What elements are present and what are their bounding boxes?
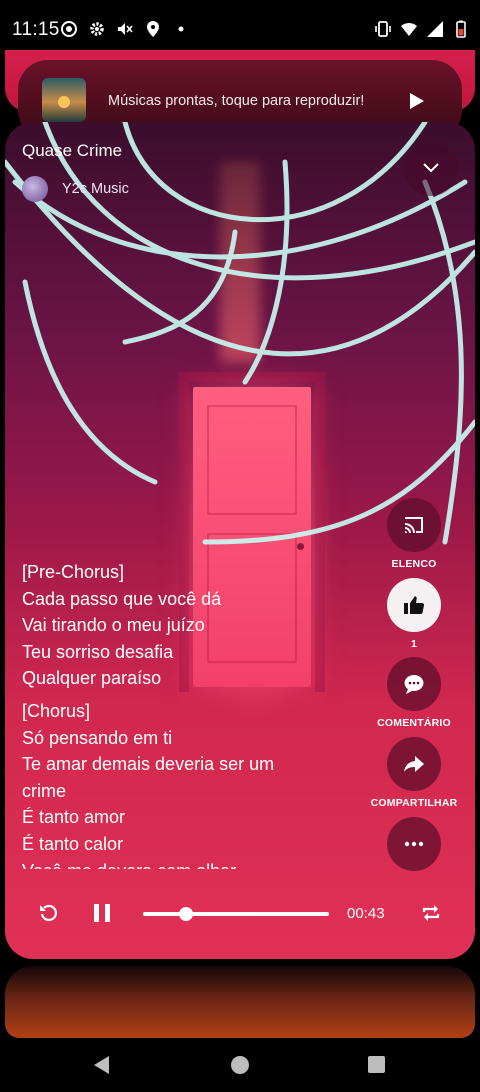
lyric-line: Você me devora com olhar [22,858,342,869]
like-count: 1 [410,638,418,650]
status-time: 11:15 [12,19,60,40]
playback-time: 00:43 [347,905,385,922]
replay-icon[interactable] [38,902,60,924]
repeat-icon[interactable] [420,902,442,924]
comment-label: COMENTÁRIO [377,717,451,729]
share-button[interactable] [387,737,441,791]
lyric-line: [Chorus] [22,700,91,721]
lyric-line: Cada passo que você dá [22,588,222,609]
cast-action[interactable]: ELENCO [364,498,464,570]
status-left-icons [60,20,190,38]
more-button[interactable] [387,817,441,871]
cast-icon [405,517,423,533]
location-icon [147,21,159,37]
comment-button[interactable] [387,657,441,711]
artist-name: Y2c Music [62,181,129,197]
signal-icon [427,21,443,37]
lyrics-block-chorus: [Chorus] Só pensando em ti Te amar demai… [22,698,342,869]
target-icon [61,21,77,37]
more-action[interactable] [364,817,464,871]
home-icon[interactable] [231,1056,249,1074]
battery-icon [456,20,466,38]
next-track-card[interactable] [5,966,475,1038]
lyric-line: Teu sorriso desafia [22,641,174,662]
artist-row[interactable]: Y2c Music [22,176,129,202]
collapse-button[interactable] [404,142,458,196]
share-arrow-icon [404,756,424,772]
status-right-icons [374,20,470,38]
share-label: COMPARTILHAR [370,797,458,809]
gear-icon [90,22,104,36]
wifi-icon [401,22,417,36]
comment-action[interactable]: COMENTÁRIO [364,657,464,729]
mini-player-thumbnail [42,78,86,122]
lyric-line: Te amar demais deveria ser um [22,754,275,775]
lyric-line: Só pensando em ti [22,727,173,748]
share-action[interactable]: COMPARTILHAR [364,737,464,809]
lyric-line: Vai tirando o meu juízo [22,615,205,636]
more-horizontal-icon [404,841,424,847]
like-button[interactable] [387,578,441,632]
lyrics-block-pre-chorus: [Pre-Chorus] Cada passo que você dá Vai … [22,559,342,692]
thumbs-up-icon [404,596,425,615]
back-icon[interactable] [92,1055,110,1075]
lyric-line: É tanto calor [22,833,124,854]
lyric-line: crime [22,780,66,801]
player-card: Quase Crime Y2c Music [Pre-Chorus] Cada … [5,122,475,959]
lyric-line: É tanto amor [22,807,126,828]
lyric-line: [Pre-Chorus] [22,562,125,582]
like-action[interactable]: 1 [364,578,464,650]
dot-icon [178,26,184,32]
song-title: Quase Crime [22,141,123,160]
recent-apps-icon[interactable] [368,1056,385,1073]
seek-thumb[interactable] [178,907,193,921]
play-icon[interactable] [410,93,424,109]
lyric-line: Qualquer paraíso [22,668,162,689]
comment-icon [404,675,424,694]
pause-icon[interactable] [93,902,111,924]
cast-button[interactable] [387,498,441,552]
cast-label: ELENCO [391,558,437,570]
chevron-down-icon [423,163,439,173]
volume-off-icon [118,23,133,35]
lyrics-panel[interactable]: [Pre-Chorus] Cada passo que você dá Vai … [22,559,342,869]
seek-bar[interactable] [143,907,329,921]
mini-player-text: Músicas prontas, toque para reproduzir! [108,93,365,109]
artist-avatar [22,176,48,202]
vibrate-icon [375,21,391,37]
